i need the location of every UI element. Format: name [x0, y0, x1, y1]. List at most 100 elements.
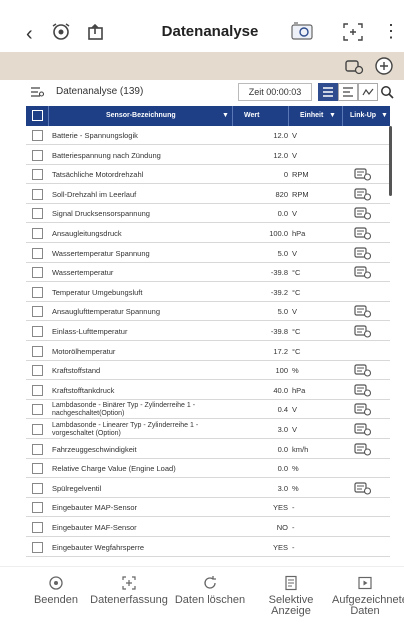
link-up-icon[interactable]: [354, 246, 372, 260]
data-capture-label: Datenerfassung: [90, 594, 168, 606]
table-row[interactable]: Spülregelventil 3.0%: [26, 479, 390, 498]
more-vertical-icon[interactable]: ⋮: [382, 21, 400, 42]
row-checkbox[interactable]: [32, 404, 43, 416]
row-checkbox[interactable]: [32, 482, 43, 494]
sensor-value: -39.8: [270, 268, 288, 278]
data-capture-button[interactable]: Datenerfassung: [90, 567, 168, 628]
link-up-icon[interactable]: [354, 384, 372, 397]
row-checkbox[interactable]: [32, 149, 43, 161]
row-checkbox[interactable]: [32, 188, 43, 200]
column-header-link[interactable]: Link-Up: [350, 106, 376, 126]
row-checkbox[interactable]: [32, 443, 43, 455]
table-row[interactable]: Eingebauter MAP-Sensor YES -: [26, 498, 390, 518]
table-row[interactable]: Fahrzeuggeschwindigkeit 0.0 km/h: [26, 440, 390, 459]
row-checkbox[interactable]: [32, 345, 43, 357]
row-checkbox[interactable]: [32, 502, 43, 514]
graph-view-button[interactable]: [358, 83, 378, 101]
row-checkbox[interactable]: [32, 522, 43, 533]
table-row[interactable]: Ansauglufttemperatur Spannung 5.0 V: [26, 302, 390, 322]
sensor-name: Eingebauter MAF-Sensor: [52, 523, 137, 532]
sensor-name: Einlass-Lufttemperatur: [52, 327, 128, 336]
search-icon[interactable]: [380, 85, 394, 99]
back-icon[interactable]: ‹: [26, 24, 33, 44]
row-checkbox[interactable]: [32, 384, 43, 396]
sensor-unit: hPa: [292, 385, 306, 395]
row-checkbox[interactable]: [32, 326, 43, 337]
table-row[interactable]: Kraftstofftankdruck 40.0 hPa: [26, 381, 390, 400]
list-view-button[interactable]: [318, 83, 338, 101]
vehicle-info-icon[interactable]: [290, 20, 316, 44]
row-checkbox[interactable]: [32, 541, 43, 553]
connection-icon[interactable]: [374, 56, 394, 76]
app-header: ‹ Datenanalyse ⋮: [0, 0, 404, 52]
link-up-icon[interactable]: [354, 227, 372, 240]
table-row[interactable]: Einlass-Lufttemperatur -39.8 °C: [26, 322, 390, 341]
row-checkbox[interactable]: [32, 267, 43, 279]
row-checkbox[interactable]: [32, 365, 43, 377]
sensor-value: 100.0: [269, 229, 288, 238]
row-checkbox[interactable]: [32, 228, 43, 239]
screenshot-icon[interactable]: [342, 22, 364, 42]
row-checkbox[interactable]: [32, 130, 43, 141]
sensor-unit: V: [292, 425, 298, 434]
sort-down-icon[interactable]: ▼: [329, 106, 336, 126]
table-row[interactable]: Eingebauter Wegfahrsperre YES -: [26, 538, 390, 557]
clear-data-label: Daten löschen: [174, 594, 246, 606]
row-checkbox[interactable]: [32, 247, 43, 259]
link-up-icon[interactable]: [354, 442, 372, 456]
table-row[interactable]: Signal Drucksensorspannung 0.0 V: [26, 204, 390, 224]
export-icon[interactable]: [86, 22, 106, 42]
row-checkbox[interactable]: [32, 208, 43, 220]
link-up-icon[interactable]: [354, 325, 372, 338]
table-row[interactable]: Wassertemperatur Spannung 5.0 V: [26, 244, 390, 263]
table-row[interactable]: Batterie - Spannungslogik 12.0 V: [26, 126, 390, 145]
select-all-checkbox[interactable]: [32, 110, 43, 121]
link-up-icon[interactable]: [354, 168, 372, 181]
vehicle-scan-icon[interactable]: [50, 21, 72, 43]
sort-down-icon[interactable]: ▼: [381, 106, 388, 126]
table-row[interactable]: Motorölhemperatur 17.2 °C: [26, 342, 390, 361]
link-up-icon[interactable]: [354, 364, 372, 377]
column-header-unit[interactable]: Einheit: [300, 106, 323, 126]
table-row[interactable]: Temperatur Umgebungsluft -39.2 °C: [26, 283, 390, 302]
link-up-icon[interactable]: [354, 207, 372, 220]
table-row[interactable]: Lambdasonde - Linearer Typ - Zylinderrei…: [26, 420, 390, 439]
row-checkbox[interactable]: [32, 463, 43, 475]
sensor-table[interactable]: Batterie - Spannungslogik 12.0 V Batteriesp…: [26, 126, 390, 566]
link-up-icon[interactable]: [354, 266, 372, 279]
row-checkbox[interactable]: [32, 306, 43, 318]
row-checkbox[interactable]: [32, 169, 43, 181]
sensor-name: Signal Drucksensorspannung: [52, 209, 150, 219]
link-up-icon[interactable]: [354, 188, 372, 201]
table-row[interactable]: Eingebauter MAF-Sensor NO -: [26, 518, 390, 537]
link-up-icon[interactable]: [354, 305, 372, 318]
table-row[interactable]: Kraftstoffstand 100%: [26, 361, 390, 381]
table-header: Sensor-Bezeichnung ▼ Wert Einheit ▼ Link…: [26, 106, 390, 126]
clear-data-button[interactable]: Daten löschen: [170, 567, 250, 628]
car-link-icon[interactable]: [344, 57, 364, 75]
table-row[interactable]: Lambdasonde - Binärer Typ - Zylinderreih…: [26, 400, 390, 420]
text-view-button[interactable]: [338, 83, 358, 101]
sensor-name: Relative Charge Value (Engine Load): [52, 464, 176, 474]
table-row[interactable]: Batteriespannung nach Zündung 12.0 V: [26, 146, 390, 165]
link-up-icon[interactable]: [354, 403, 372, 416]
row-checkbox[interactable]: [32, 286, 43, 298]
row-checkbox[interactable]: [32, 424, 43, 435]
table-row[interactable]: Ansaugleitungsdruck 100.0 hPa: [26, 224, 390, 243]
link-up-icon[interactable]: [354, 482, 372, 495]
column-header-name[interactable]: Sensor-Bezeichnung: [106, 106, 176, 126]
column-divider: [288, 106, 289, 126]
exit-button[interactable]: Beenden: [26, 567, 86, 628]
table-row[interactable]: Relative Charge Value (Engine Load) 0.0%: [26, 459, 390, 479]
selective-view-button[interactable]: Selektive Anzeige: [256, 567, 326, 628]
table-row[interactable]: Soll-Drehzahl im Leerlauf 820 RPM: [26, 185, 390, 204]
list-settings-icon[interactable]: [30, 85, 44, 99]
column-header-value[interactable]: Wert: [244, 106, 259, 126]
link-up-icon[interactable]: [354, 423, 372, 436]
scrollbar[interactable]: [389, 126, 392, 196]
table-row[interactable]: Wassertemperatur -39.8 °C: [26, 263, 390, 283]
sort-down-icon[interactable]: ▼: [222, 106, 229, 126]
recorded-data-button[interactable]: Aufgezeichnete Daten: [332, 567, 404, 628]
table-row[interactable]: Tatsächliche Motordrehzahl 0 RPM: [26, 165, 390, 185]
sensor-value: 0.0: [277, 209, 288, 219]
